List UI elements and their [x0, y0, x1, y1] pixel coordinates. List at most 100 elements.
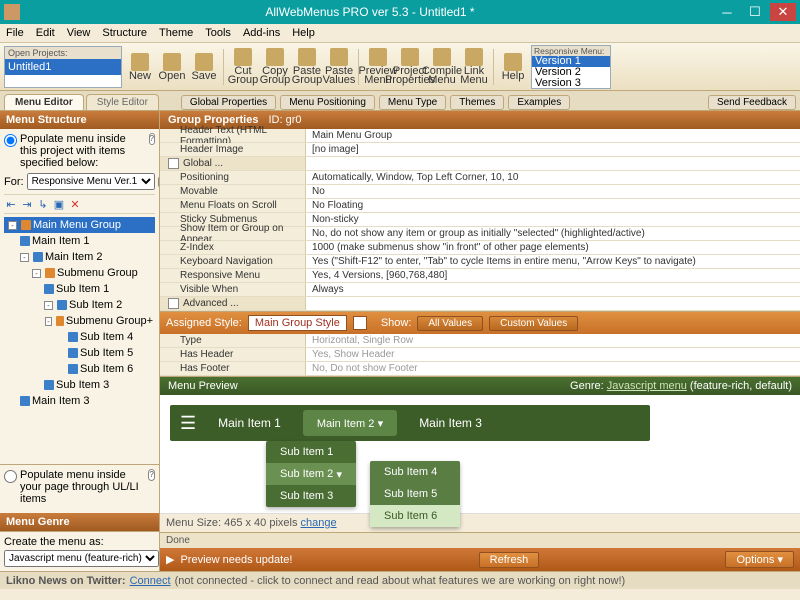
link-menu-button[interactable]: Link Menu [458, 46, 490, 88]
sub-item[interactable]: Sub Item 5 [370, 483, 460, 505]
property-row[interactable]: Menu Floats on ScrollNo Floating [160, 199, 800, 213]
menu-edit[interactable]: Edit [36, 27, 55, 39]
tree-node[interactable]: -Submenu Group [4, 265, 155, 281]
populate-project-radio[interactable]: Populate menu inside this project with i… [4, 133, 155, 169]
tree-node[interactable]: -Submenu Group+ [4, 313, 155, 329]
minimize-button[interactable]: ─ [714, 3, 740, 21]
add-after-icon[interactable]: ⇥ [20, 197, 34, 211]
responsive-menu-list[interactable]: Responsive Menu: Version 1 Version 2 Ver… [531, 45, 611, 89]
add-before-icon[interactable]: ⇤ [4, 197, 18, 211]
sub-item[interactable]: Sub Item 6 [370, 505, 460, 527]
responsive-item[interactable]: Version 3 [532, 78, 610, 89]
responsive-item[interactable]: Version 1 [532, 56, 610, 67]
property-row[interactable]: Advanced ... [160, 297, 800, 311]
tree-node[interactable]: Sub Item 3 [4, 377, 155, 393]
new-button[interactable]: New [124, 46, 156, 88]
cut-group-button[interactable]: Cut Group [227, 46, 259, 88]
close-button[interactable]: ✕ [770, 3, 796, 21]
property-row[interactable]: Has HeaderYes, Show Header [160, 348, 800, 362]
help-icon[interactable]: ? [148, 469, 155, 481]
help-icon[interactable]: ? [149, 133, 155, 145]
tree-node[interactable]: Main Item 3 [4, 393, 155, 409]
send-feedback-button[interactable]: Send Feedback [708, 95, 796, 110]
menu-add-ins[interactable]: Add-ins [243, 27, 280, 39]
property-row[interactable]: Responsive MenuYes, 4 Versions, [960,768… [160, 269, 800, 283]
properties-grid[interactable]: Header Text (HTML Formatting)Main Menu G… [160, 129, 800, 312]
options-button[interactable]: Options ▾ [725, 551, 794, 568]
main-item[interactable]: Main Item 2 ▾ [303, 410, 397, 436]
property-row[interactable]: Header Text (HTML Formatting)Main Menu G… [160, 129, 800, 143]
property-row[interactable]: Visible WhenAlways [160, 283, 800, 297]
main-item[interactable]: Main Item 1 [204, 410, 295, 436]
populate-ul-radio[interactable]: Populate menu inside your page through U… [4, 469, 155, 505]
expand-icon[interactable]: - [32, 269, 41, 278]
sub-item[interactable]: Sub Item 2 ▾ [266, 463, 356, 485]
open-project-item[interactable]: Untitled1 [5, 59, 121, 75]
property-row[interactable]: PositioningAutomatically, Window, Top Le… [160, 171, 800, 185]
help-button[interactable]: Help [497, 46, 529, 88]
assigned-style-value[interactable]: Main Group Style [248, 315, 347, 331]
add-child-icon[interactable]: ↳ [36, 197, 50, 211]
tree-node[interactable]: -Main Menu Group [4, 217, 155, 233]
connect-link[interactable]: Connect [130, 575, 171, 587]
save-button[interactable]: Save [188, 46, 220, 88]
expand-icon[interactable]: - [45, 317, 52, 326]
menu-structure[interactable]: Structure [102, 27, 147, 39]
tree-node[interactable]: Sub Item 6 [4, 361, 155, 377]
all-values-button[interactable]: All Values [417, 316, 483, 331]
property-row[interactable]: Z-Index1000 (make submenus show "in fron… [160, 241, 800, 255]
pill-themes[interactable]: Themes [450, 95, 504, 110]
sub-item[interactable]: Sub Item 1 [266, 441, 356, 463]
paste-values-button[interactable]: Paste Values [323, 46, 355, 88]
refresh-button[interactable]: Refresh [479, 552, 540, 568]
responsive-item[interactable]: Version 2 [532, 67, 610, 78]
tool-icon[interactable]: ▣ [52, 197, 66, 211]
radio-icon[interactable] [4, 134, 17, 147]
tree-node[interactable]: -Sub Item 2 [4, 297, 155, 313]
expand-icon[interactable]: - [8, 221, 17, 230]
property-row[interactable]: TypeHorizontal, Single Row [160, 334, 800, 348]
tab-style-editor[interactable]: Style Editor [86, 94, 159, 110]
genre-select[interactable]: Javascript menu (feature-rich) [4, 550, 159, 567]
copy-group-button[interactable]: Copy Group [259, 46, 291, 88]
pill-menu-type[interactable]: Menu Type [379, 95, 446, 110]
property-row[interactable]: MovableNo [160, 185, 800, 199]
sub-item[interactable]: Sub Item 4 [370, 461, 460, 483]
tree-node[interactable]: -Main Item 2 [4, 249, 155, 265]
open-button[interactable]: Open [156, 46, 188, 88]
hamburger-icon[interactable]: ☰ [180, 413, 196, 434]
property-row[interactable]: Show Item or Group on AppearNo, do not s… [160, 227, 800, 241]
menu-view[interactable]: View [67, 27, 91, 39]
custom-values-button[interactable]: Custom Values [489, 316, 578, 331]
property-row[interactable]: Keyboard NavigationYes ("Shift-F12" to e… [160, 255, 800, 269]
tree-node[interactable]: Sub Item 4 [4, 329, 155, 345]
menu-help[interactable]: Help [292, 27, 315, 39]
tab-menu-editor[interactable]: Menu Editor [4, 94, 84, 110]
property-row[interactable]: Global ... [160, 157, 800, 171]
style-picker-icon[interactable] [353, 316, 367, 330]
radio-icon[interactable] [4, 470, 17, 483]
menu-tools[interactable]: Tools [205, 27, 231, 39]
help-icon[interactable]: ? [158, 176, 159, 188]
delete-icon[interactable]: ✕ [68, 197, 82, 211]
paste-group-button[interactable]: Paste Group [291, 46, 323, 88]
maximize-button[interactable]: ☐ [742, 3, 768, 21]
expand-icon[interactable]: - [20, 253, 29, 262]
genre-link[interactable]: Javascript menu [607, 380, 687, 392]
compile-menu-button[interactable]: Compile Menu [426, 46, 458, 88]
pill-menu-positioning[interactable]: Menu Positioning [280, 95, 375, 110]
style-properties-grid[interactable]: TypeHorizontal, Single RowHas HeaderYes,… [160, 334, 800, 377]
menu-tree[interactable]: -Main Menu GroupMain Item 1-Main Item 2-… [4, 217, 155, 409]
pill-global-properties[interactable]: Global Properties [181, 95, 276, 110]
tree-node[interactable]: Sub Item 5 [4, 345, 155, 361]
property-row[interactable]: Has FooterNo, Do not show Footer [160, 362, 800, 376]
menu-file[interactable]: File [6, 27, 24, 39]
expand-icon[interactable]: - [44, 301, 53, 310]
pill-examples[interactable]: Examples [508, 95, 570, 110]
change-size-link[interactable]: change [301, 517, 337, 529]
main-item[interactable]: Main Item 3 [405, 410, 496, 436]
tree-node[interactable]: Sub Item 1 [4, 281, 155, 297]
tree-node[interactable]: Main Item 1 [4, 233, 155, 249]
menu-theme[interactable]: Theme [159, 27, 193, 39]
sub-item[interactable]: Sub Item 3 [266, 485, 356, 507]
